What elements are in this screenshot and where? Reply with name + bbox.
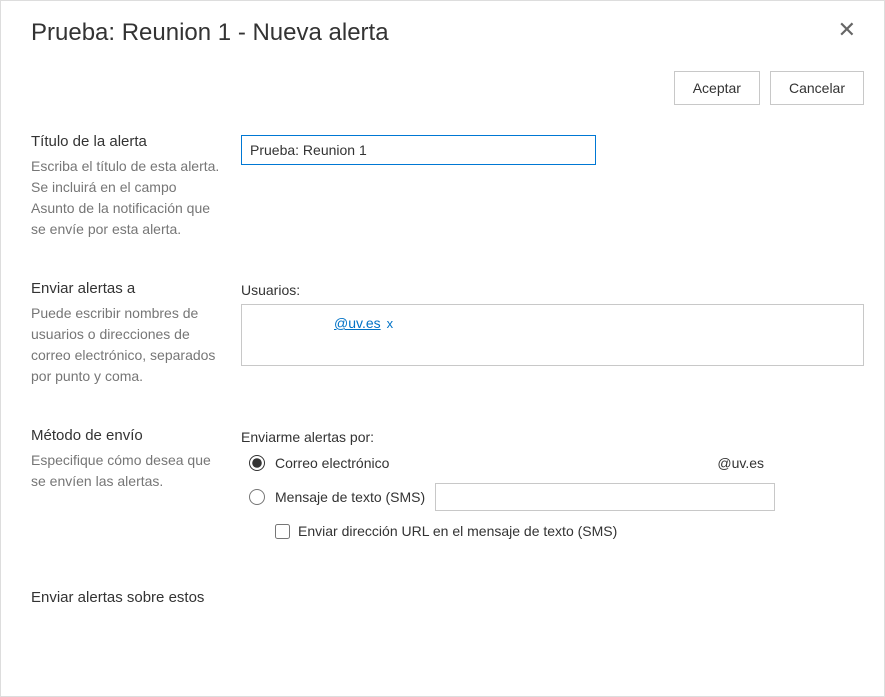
users-input-box[interactable]: @uv.es x [241,304,864,366]
section-description: Puede escribir nombres de usuarios o dir… [31,303,221,387]
accept-button[interactable]: Aceptar [674,71,760,105]
section-right: Enviarme alertas por: Correo electrónico… [241,427,864,539]
radio-row-sms: Mensaje de texto (SMS) [241,483,864,511]
section-heading: Enviar alertas sobre estos [31,589,221,606]
send-url-checkbox[interactable] [275,524,290,539]
sms-radio[interactable] [249,489,265,505]
section-send-to: Enviar alertas a Puede escribir nombres … [31,280,864,387]
section-left: Método de envío Especifique cómo desea q… [31,427,241,492]
email-address-display: @uv.es [717,455,764,471]
section-left: Enviar alertas sobre estos [31,589,241,612]
section-left: Enviar alertas a Puede escribir nombres … [31,280,241,387]
delivery-radio-group: Correo electrónico @uv.es Mensaje de tex… [241,455,864,539]
section-description: Especifique cómo desea que se envíen las… [31,450,221,492]
dialog-title: Prueba: Reunion 1 - Nueva alerta [31,19,389,47]
section-alert-title: Título de la alerta Escriba el título de… [31,133,864,240]
new-alert-dialog: Prueba: Reunion 1 - Nueva alerta ✕ Acept… [0,0,885,697]
radio-row-email: Correo electrónico @uv.es [241,455,864,471]
remove-user-icon[interactable]: x [387,316,394,331]
action-buttons: Aceptar Cancelar [31,71,864,105]
sms-radio-label: Mensaje de texto (SMS) [275,489,425,505]
sms-number-input[interactable] [435,483,775,511]
send-url-label: Enviar dirección URL en el mensaje de te… [298,523,617,539]
email-radio[interactable] [249,455,265,471]
section-right [241,133,864,165]
delivery-group-label: Enviarme alertas por: [241,429,864,445]
cancel-button[interactable]: Cancelar [770,71,864,105]
email-radio-label: Correo electrónico [275,455,389,471]
section-heading: Enviar alertas a [31,280,221,297]
section-right [241,589,864,591]
section-alert-on: Enviar alertas sobre estos [31,589,864,612]
section-delivery-method: Método de envío Especifique cómo desea q… [31,427,864,539]
alert-title-input[interactable] [241,135,596,165]
section-left: Título de la alerta Escriba el título de… [31,133,241,240]
close-icon[interactable]: ✕ [832,19,862,41]
dialog-header: Prueba: Reunion 1 - Nueva alerta ✕ [1,1,884,55]
checkbox-row-url: Enviar dirección URL en el mensaje de te… [241,523,864,539]
users-label: Usuarios: [241,282,864,298]
section-right: Usuarios: @uv.es x [241,280,864,366]
user-link[interactable]: @uv.es [334,315,381,331]
dialog-body-scroll[interactable]: Aceptar Cancelar Título de la alerta Esc… [1,55,884,696]
section-heading: Método de envío [31,427,221,444]
section-description: Escriba el título de esta alerta. Se inc… [31,156,221,240]
section-heading: Título de la alerta [31,133,221,150]
user-entry: @uv.es x [334,315,393,331]
